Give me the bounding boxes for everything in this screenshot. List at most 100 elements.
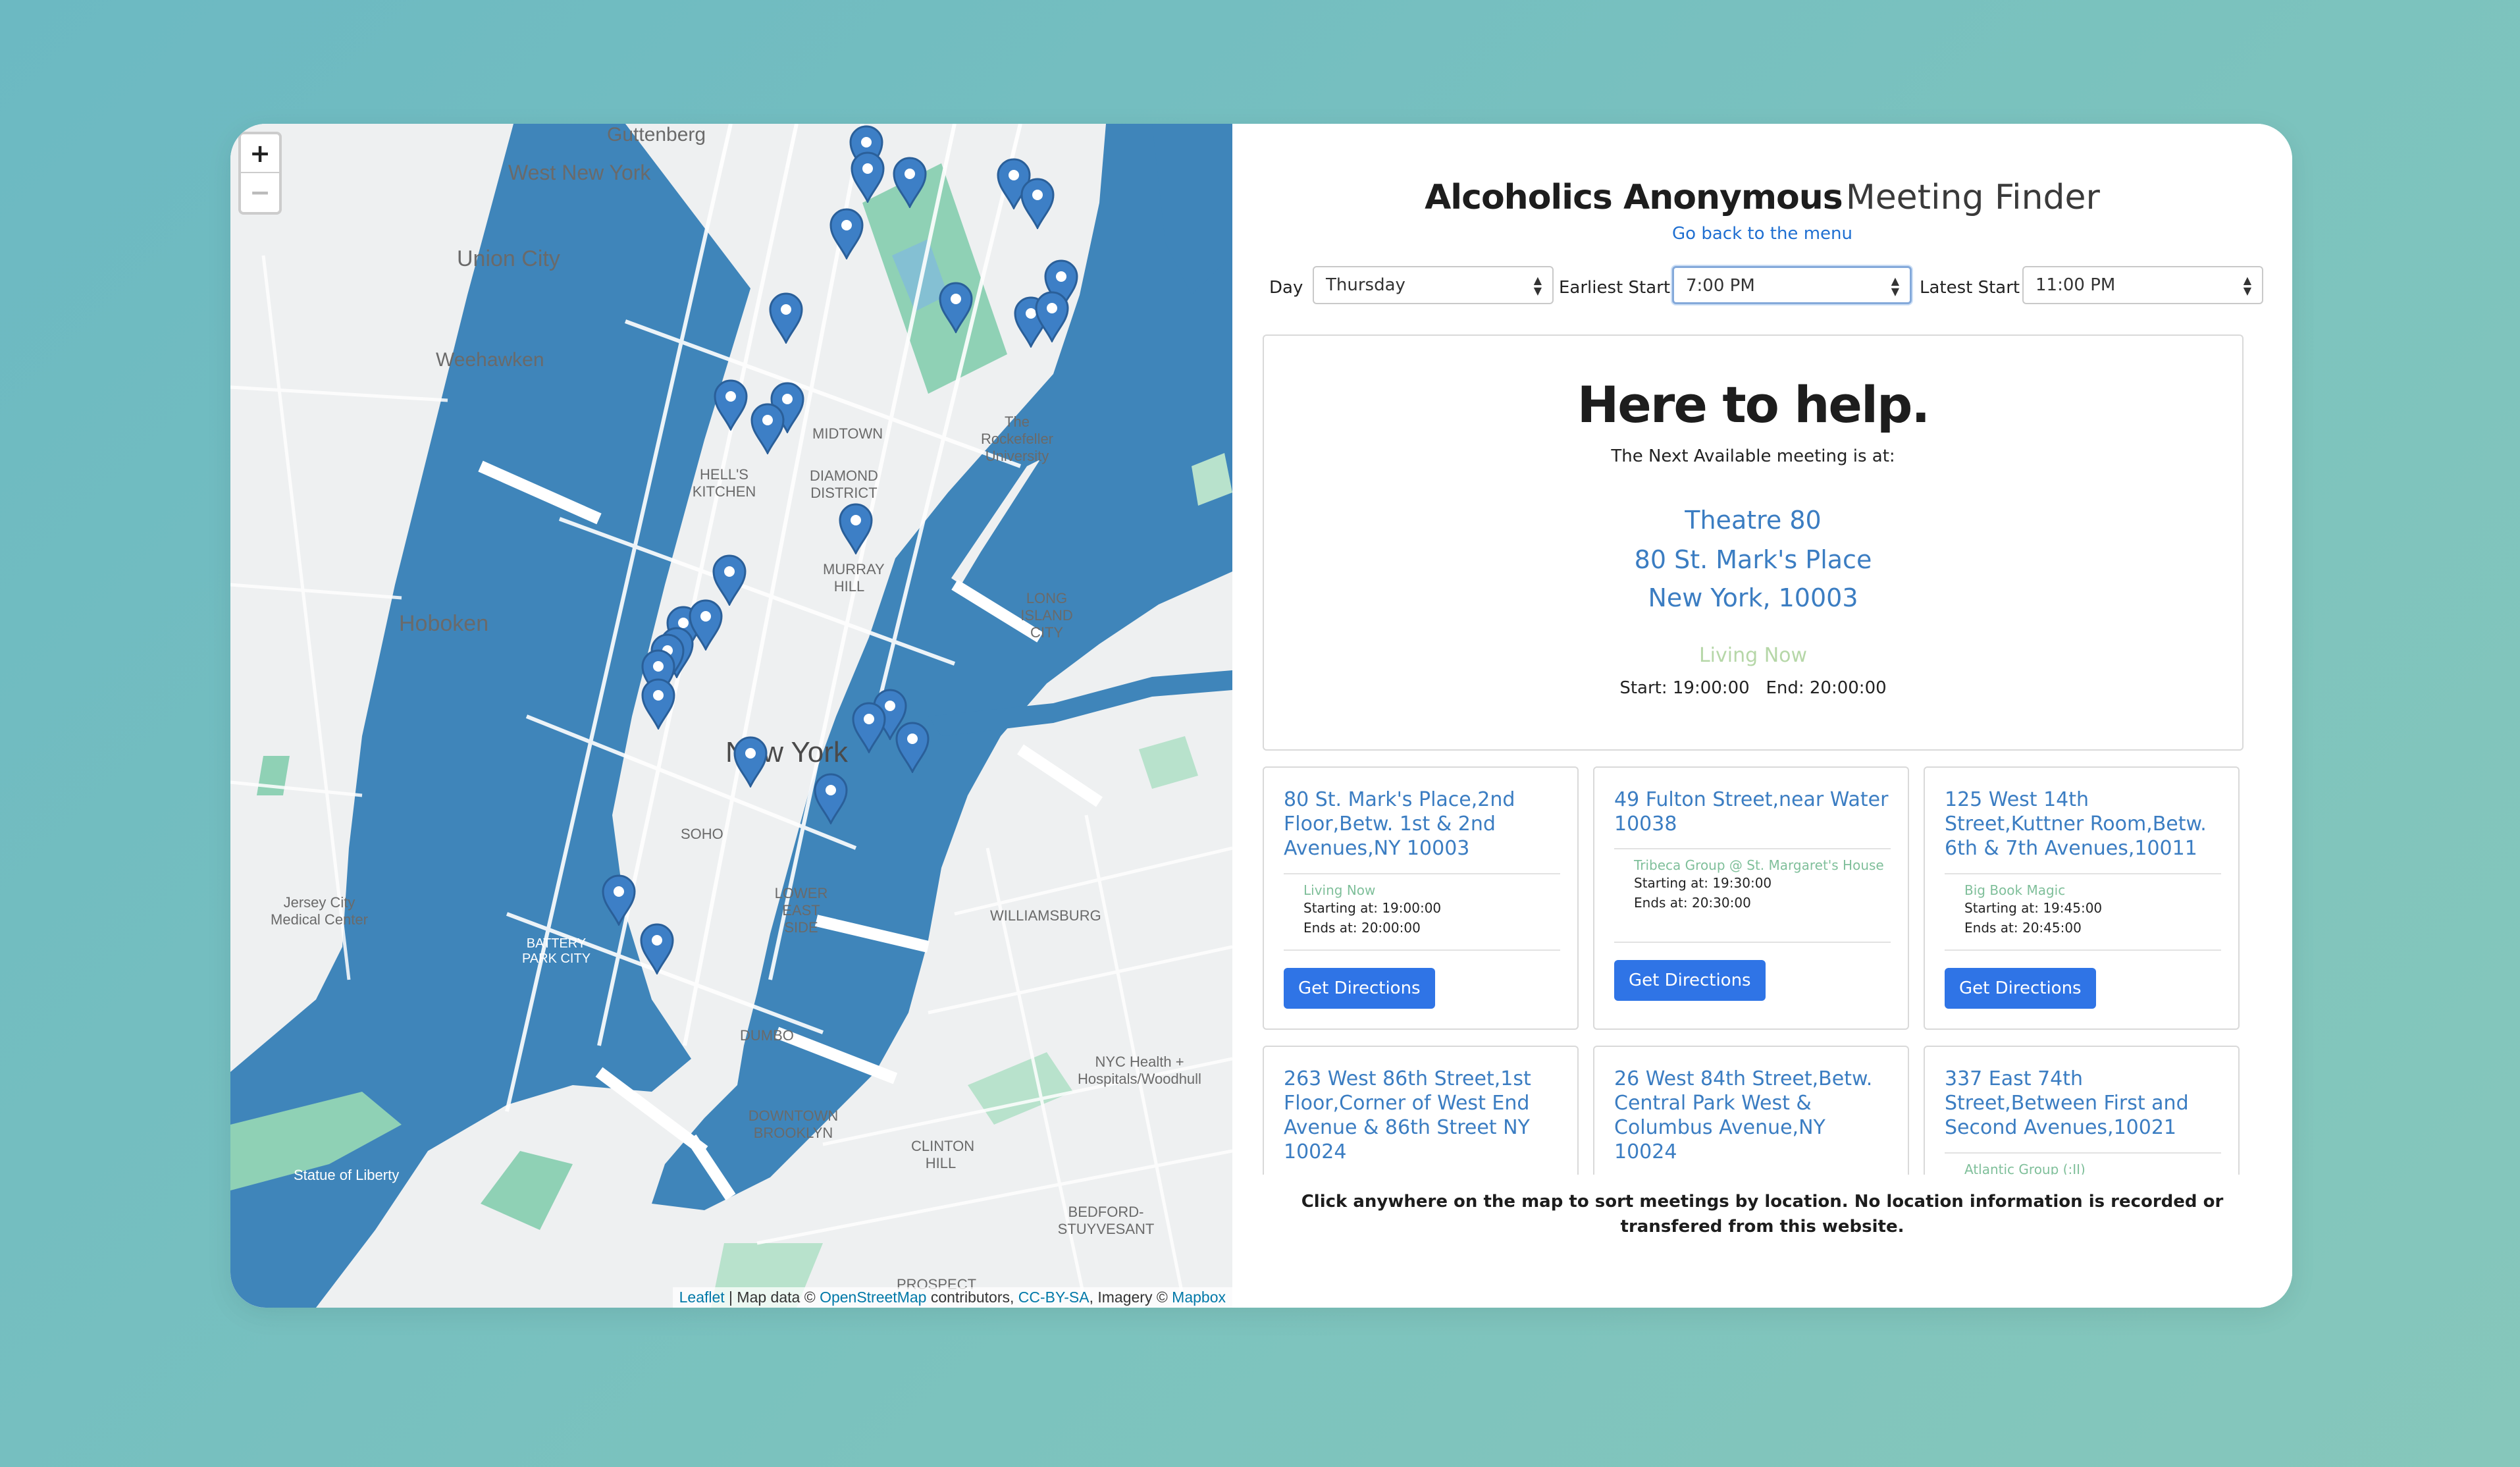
earliest-start-label: Earliest Start xyxy=(1559,278,1671,298)
hero-times: Start: 19:00:00 End: 20:00:00 xyxy=(1619,678,1887,698)
page-title: Alcoholics Anonymous Meeting Finder xyxy=(1232,178,2292,217)
map-label: BEDFORD-STUYVESANT xyxy=(1057,1204,1155,1237)
meeting-end: Ends at: 20:00:00 xyxy=(1303,920,1421,936)
meeting-card: 125 West 14th Street,Kuttner Room,Betw. … xyxy=(1924,766,2240,1030)
map-label: DIAMOND DISTRICT xyxy=(810,467,878,501)
map-marker-icon[interactable] xyxy=(851,701,887,755)
meeting-end: Ends at: 20:30:00 xyxy=(1634,895,1751,911)
hero-street: 80 St. Mark's Place xyxy=(1634,545,1872,574)
zoom-out-button[interactable]: − xyxy=(241,172,279,211)
meeting-panel: Alcoholics Anonymous Meeting Finder Go b… xyxy=(1232,124,2292,1308)
map-marker-icon[interactable] xyxy=(1019,176,1056,230)
map-label: LONG ISLAND CITY xyxy=(1020,590,1073,641)
title-light: Meeting Finder xyxy=(1845,178,2100,217)
map-view[interactable]: Guttenberg West New York Union City Weeh… xyxy=(230,124,1232,1308)
meeting-group: Tribeca Group @ St. Margaret's House xyxy=(1634,857,1884,873)
map-marker-icon[interactable] xyxy=(849,150,886,204)
meeting-details: Tribeca Group @ St. Margaret's House Sta… xyxy=(1614,848,1891,943)
meeting-address: 80 St. Mark's Place,2nd Floor,Betw. 1st … xyxy=(1284,788,1515,860)
map-marker-icon[interactable] xyxy=(894,720,931,774)
mapbox-link[interactable]: Mapbox xyxy=(1172,1289,1226,1306)
osm-link[interactable]: OpenStreetMap xyxy=(820,1289,926,1306)
map-marker-icon[interactable] xyxy=(837,502,874,556)
select-arrows-icon: ▲ ▼ xyxy=(1891,275,1899,298)
hero-venue: Theatre 80 xyxy=(1685,506,1822,535)
day-label: Day xyxy=(1269,278,1303,298)
meeting-address: 337 East 74th Street,Between First and S… xyxy=(1945,1067,2189,1139)
app-window: Guttenberg West New York Union City Weeh… xyxy=(230,124,2292,1308)
map-marker-icon[interactable] xyxy=(828,207,865,261)
meeting-group: Big Book Magic xyxy=(1964,882,2066,898)
map-marker-icon[interactable] xyxy=(600,873,637,927)
meeting-address: 125 West 14th Street,Kuttner Room,Betw. … xyxy=(1945,788,2207,860)
hero-group-name: Living Now xyxy=(1698,644,1808,667)
earliest-start-select[interactable]: 7:00 PM ▲ ▼ xyxy=(1672,266,1912,304)
meeting-address: 263 West 86th Street,1st Floor,Corner of… xyxy=(1284,1067,1531,1163)
map-label: DUMBO xyxy=(740,1027,794,1044)
select-arrows-icon: ▲ ▼ xyxy=(1533,274,1542,297)
map-label: DOWNTOWN BROOKLYN xyxy=(748,1107,839,1141)
map-marker-icon[interactable] xyxy=(891,155,928,209)
attribution-text: , Imagery © xyxy=(1089,1289,1172,1306)
attribution-text: | Map data © xyxy=(724,1289,820,1306)
map-label: Weehawken xyxy=(436,349,544,371)
zoom-in-button[interactable]: + xyxy=(241,134,279,172)
attribution-text: contributors, xyxy=(926,1289,1018,1306)
map-tiles[interactable] xyxy=(230,124,1232,1308)
map-label: BATTERY PARK CITY xyxy=(521,936,591,966)
meeting-card: 80 St. Mark's Place,2nd Floor,Betw. 1st … xyxy=(1263,766,1579,1030)
day-select-value: Thursday xyxy=(1326,275,1405,295)
map-marker-icon[interactable] xyxy=(768,291,804,345)
get-directions-button[interactable]: Get Directions xyxy=(1945,968,2096,1009)
day-select[interactable]: Thursday ▲ ▼ xyxy=(1313,266,1554,304)
meeting-start: Starting at: 19:00:00 xyxy=(1303,900,1442,916)
get-directions-button[interactable]: Get Directions xyxy=(1284,968,1435,1009)
map-label: HELL'S KITCHEN xyxy=(692,466,756,500)
map-label: Guttenberg xyxy=(607,124,706,146)
back-to-menu-link[interactable]: Go back to the menu xyxy=(1232,224,2292,244)
get-directions-button[interactable]: Get Directions xyxy=(1614,960,1766,1001)
meeting-details: Big Book Magic Starting at: 19:45:00 End… xyxy=(1945,873,2221,951)
map-attribution: Leaflet | Map data © OpenStreetMap contr… xyxy=(672,1287,1232,1308)
map-marker-icon[interactable] xyxy=(712,378,749,432)
map-marker-icon[interactable] xyxy=(749,402,786,456)
latest-start-label: Latest Start xyxy=(1920,278,2020,298)
map-marker-icon[interactable] xyxy=(812,772,849,826)
map-label: SOHO xyxy=(681,826,723,842)
filter-bar: Day Thursday ▲ ▼ Earliest Start 7:00 PM ▲… xyxy=(1232,266,2292,308)
map-marker-icon[interactable] xyxy=(732,735,769,789)
map-label: Jersey City Medical Center xyxy=(271,894,368,928)
latest-start-select[interactable]: 11:00 PM ▲ ▼ xyxy=(2022,266,2263,304)
map-label: Statue of Liberty xyxy=(294,1167,400,1183)
map-marker-icon[interactable] xyxy=(640,677,677,731)
map-label: West New York xyxy=(508,161,651,184)
footer-note: Click anywhere on the map to sort meetin… xyxy=(1301,1192,2224,1237)
next-meeting-card: Here to help. The Next Available meeting… xyxy=(1263,334,2244,751)
meeting-address: 26 West 84th Street,Betw. Central Park W… xyxy=(1614,1067,1873,1163)
hero-subheading: The Next Available meeting is at: xyxy=(1611,446,1895,466)
meeting-start: Starting at: 19:45:00 xyxy=(1964,900,2103,916)
map-label: NYC Health + Hospitals/Woodhull xyxy=(1078,1054,1201,1087)
title-bold: Alcoholics Anonymous xyxy=(1425,178,1843,217)
earliest-start-value: 7:00 PM xyxy=(1686,276,1755,296)
map-marker-icon[interactable] xyxy=(639,922,675,976)
meeting-group: Living Now xyxy=(1303,882,1376,898)
meeting-details: Living Now Starting at: 19:00:00 Ends at… xyxy=(1284,873,1560,951)
map-label: The Rockefeller University xyxy=(980,413,1054,464)
map-label: Hoboken xyxy=(399,611,489,636)
hero-city: New York, 10003 xyxy=(1648,583,1858,612)
meeting-address: 49 Fulton Street,near Water 10038 xyxy=(1614,788,1889,836)
leaflet-link[interactable]: Leaflet xyxy=(679,1289,725,1306)
select-arrows-icon: ▲ ▼ xyxy=(2243,274,2251,297)
map-marker-icon[interactable] xyxy=(937,280,974,334)
map-label: MURRAY HILL xyxy=(823,561,885,595)
hero-heading: Here to help. xyxy=(1577,375,1931,434)
meeting-card: 49 Fulton Street,near Water 10038 Tribec… xyxy=(1593,766,1909,1030)
license-link[interactable]: CC-BY-SA xyxy=(1018,1289,1089,1306)
meeting-start: Starting at: 19:30:00 xyxy=(1634,875,1772,891)
map-label: Union City xyxy=(457,246,560,271)
map-marker-icon[interactable] xyxy=(1034,290,1070,344)
zoom-control: + − xyxy=(238,132,282,215)
map-label: WILLIAMSBURG xyxy=(990,907,1101,924)
meeting-end: Ends at: 20:45:00 xyxy=(1964,920,2082,936)
